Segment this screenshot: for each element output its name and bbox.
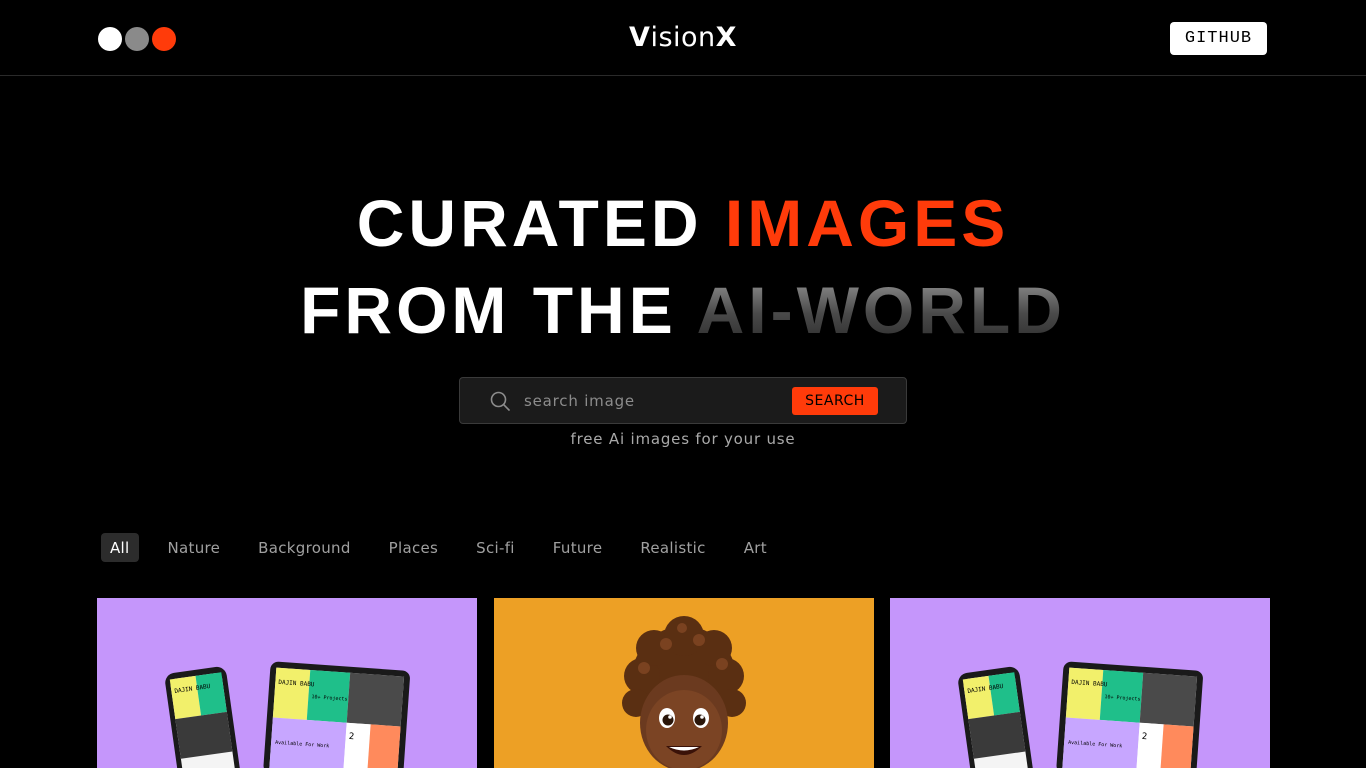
hero-word-from-the: FROM THE <box>300 273 677 347</box>
tab-nature[interactable]: Nature <box>149 533 240 562</box>
tagline: free Ai images for your use <box>570 430 796 448</box>
brand-initial: V <box>629 22 651 53</box>
brand-logo[interactable]: VisionX <box>0 22 1366 53</box>
tab-places[interactable]: Places <box>370 533 458 562</box>
github-button[interactable]: GITHUB <box>1170 22 1267 55</box>
device-mockup-image: DAJIN BABU DAJIN BABU 10+ Projects Avail… <box>165 661 410 768</box>
tab-realistic[interactable]: Realistic <box>621 533 724 562</box>
brand-end: X <box>715 22 737 53</box>
hero-title-line-2: FROM THE AI-WORLD <box>0 277 1366 343</box>
category-filter-tabs: All Nature Background Places Sci-fi Futu… <box>101 533 786 562</box>
top-header: VisionX GITHUB <box>0 0 1366 76</box>
tablet-mock-count: 2 <box>348 732 354 742</box>
search-bar: SEARCH <box>459 377 907 424</box>
tab-sci-fi[interactable]: Sci-fi <box>457 533 534 562</box>
search-button[interactable]: SEARCH <box>792 387 878 415</box>
hero-word-images: IMAGES <box>724 186 1010 260</box>
hero-word-curated: CURATED <box>356 186 703 260</box>
search-input[interactable] <box>524 387 774 415</box>
hero-title-line-1: CURATED IMAGES <box>0 190 1366 256</box>
tab-background[interactable]: Background <box>239 533 370 562</box>
tab-future[interactable]: Future <box>534 533 622 562</box>
search-icon <box>490 391 510 411</box>
tab-art[interactable]: Art <box>725 533 786 562</box>
tablet-mock-count: 2 <box>1141 732 1147 742</box>
device-mockup-image: DAJIN BABU DAJIN BABU 10+ Projects Avail… <box>958 661 1203 768</box>
gallery-card-1[interactable]: DAJIN BABU DAJIN BABU 10+ Projects Avail… <box>97 598 477 768</box>
gallery-card-3[interactable]: DAJIN BABU DAJIN BABU 10+ Projects Avail… <box>890 598 1270 768</box>
cartoon-kid-image <box>622 616 746 768</box>
gallery-card-2[interactable] <box>494 598 874 768</box>
hero-word-ai-world: AI-WORLD <box>696 273 1066 347</box>
brand-middle: ision <box>650 22 716 53</box>
tab-all[interactable]: All <box>101 533 139 562</box>
